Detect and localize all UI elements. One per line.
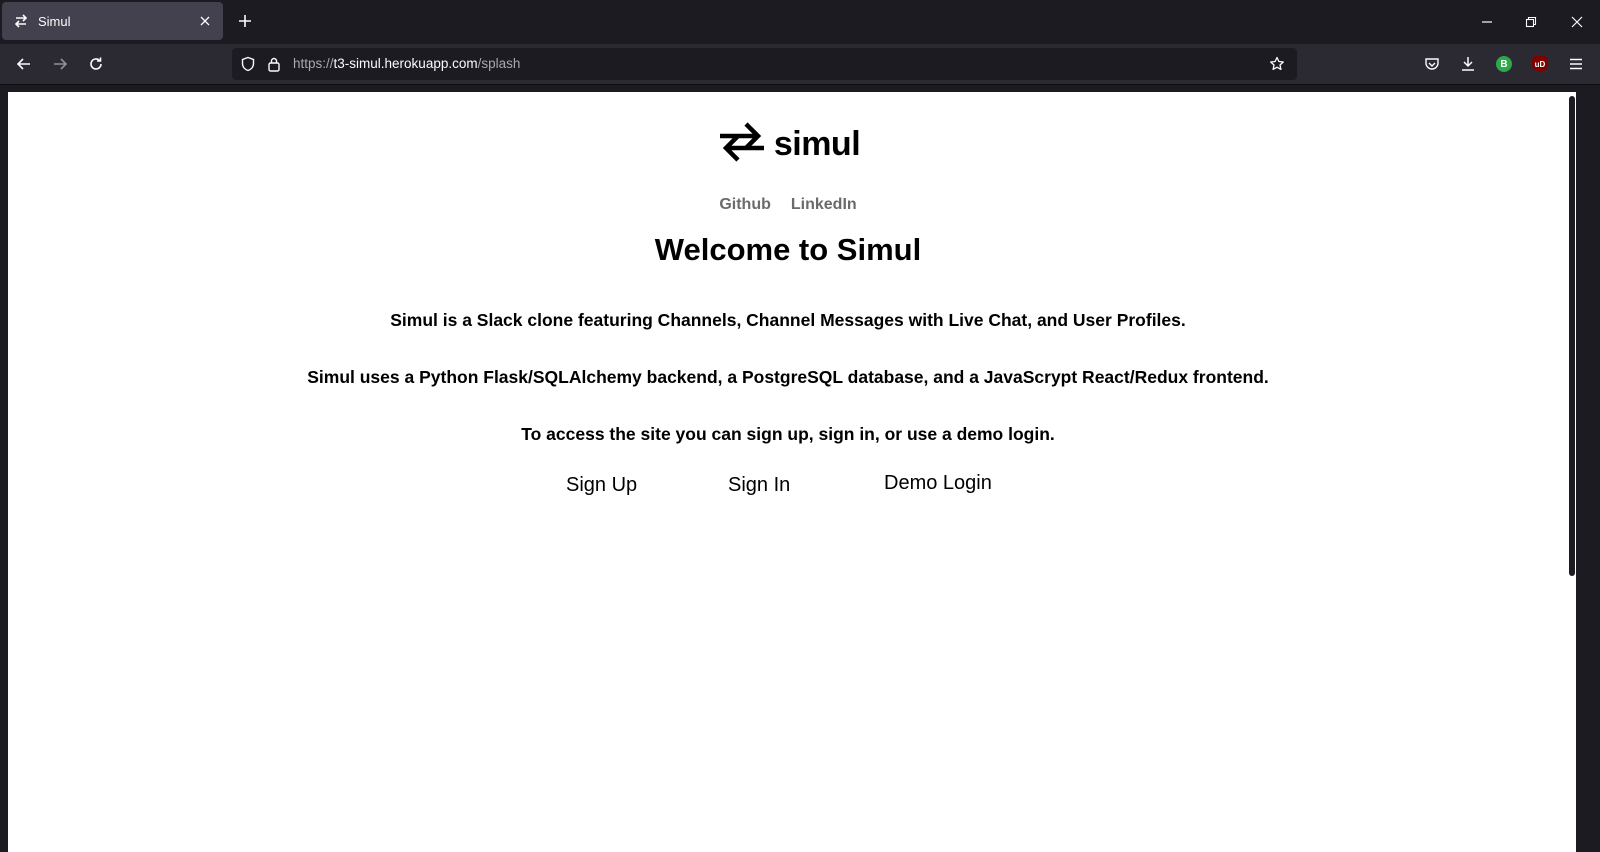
restore-icon[interactable] xyxy=(1516,8,1546,36)
page-viewport: simul Github LinkedIn Welcome to Simul S… xyxy=(8,92,1576,852)
url-prefix: https:// xyxy=(293,56,334,71)
lock-icon[interactable] xyxy=(264,54,284,74)
minimize-icon[interactable] xyxy=(1472,8,1502,36)
close-tab-icon[interactable] xyxy=(193,9,217,33)
navigation-toolbar: https://t3-simul.herokuapp.com/splash B … xyxy=(0,44,1600,85)
hamburger-menu-icon[interactable] xyxy=(1562,50,1590,78)
ublock-label: uD xyxy=(1532,56,1548,72)
close-window-icon[interactable] xyxy=(1562,8,1592,36)
address-bar[interactable]: https://t3-simul.herokuapp.com/splash xyxy=(232,48,1297,80)
arrows-swap-icon xyxy=(12,12,30,30)
github-link[interactable]: Github xyxy=(719,196,771,214)
url-path: /splash xyxy=(477,56,521,71)
bookmark-star-icon[interactable] xyxy=(1267,54,1287,74)
linkedin-link[interactable]: LinkedIn xyxy=(791,196,857,214)
url-text[interactable]: https://t3-simul.herokuapp.com/splash xyxy=(293,56,520,71)
scrollbar-thumb[interactable] xyxy=(1569,96,1575,576)
reload-icon[interactable] xyxy=(82,50,110,78)
tab-strip: Simul xyxy=(0,0,1600,44)
demo-login-button[interactable]: Demo Login xyxy=(884,472,992,495)
description-stack: Simul uses a Python Flask/SQLAlchemy bac… xyxy=(307,367,1269,387)
pocket-icon[interactable] xyxy=(1418,50,1446,78)
social-links: Github LinkedIn xyxy=(8,196,1568,214)
page-title: Welcome to Simul xyxy=(654,232,922,267)
tab-simul[interactable]: Simul xyxy=(2,2,223,40)
new-tab-icon[interactable] xyxy=(232,8,258,34)
ublock-icon[interactable]: uD xyxy=(1526,50,1554,78)
description-access: To access the site you can sign up, sign… xyxy=(521,424,1055,444)
shield-icon[interactable] xyxy=(238,54,258,74)
arrows-swap-icon xyxy=(716,118,768,171)
download-icon[interactable] xyxy=(1454,50,1482,78)
extension-b-label: B xyxy=(1496,56,1512,72)
back-arrow-icon[interactable] xyxy=(10,50,38,78)
description-features: Simul is a Slack clone featuring Channel… xyxy=(390,310,1186,330)
scrollbar[interactable] xyxy=(1568,92,1576,852)
logo-text: simul xyxy=(773,124,861,163)
site-logo[interactable]: simul xyxy=(8,116,1568,172)
sign-up-button[interactable]: Sign Up xyxy=(566,474,637,497)
sign-in-button[interactable]: Sign In xyxy=(728,474,790,497)
url-host: t3-simul.herokuapp.com xyxy=(333,56,478,71)
forward-arrow-icon[interactable] xyxy=(46,50,74,78)
extension-b-icon[interactable]: B xyxy=(1490,50,1518,78)
tab-title: Simul xyxy=(38,13,71,29)
